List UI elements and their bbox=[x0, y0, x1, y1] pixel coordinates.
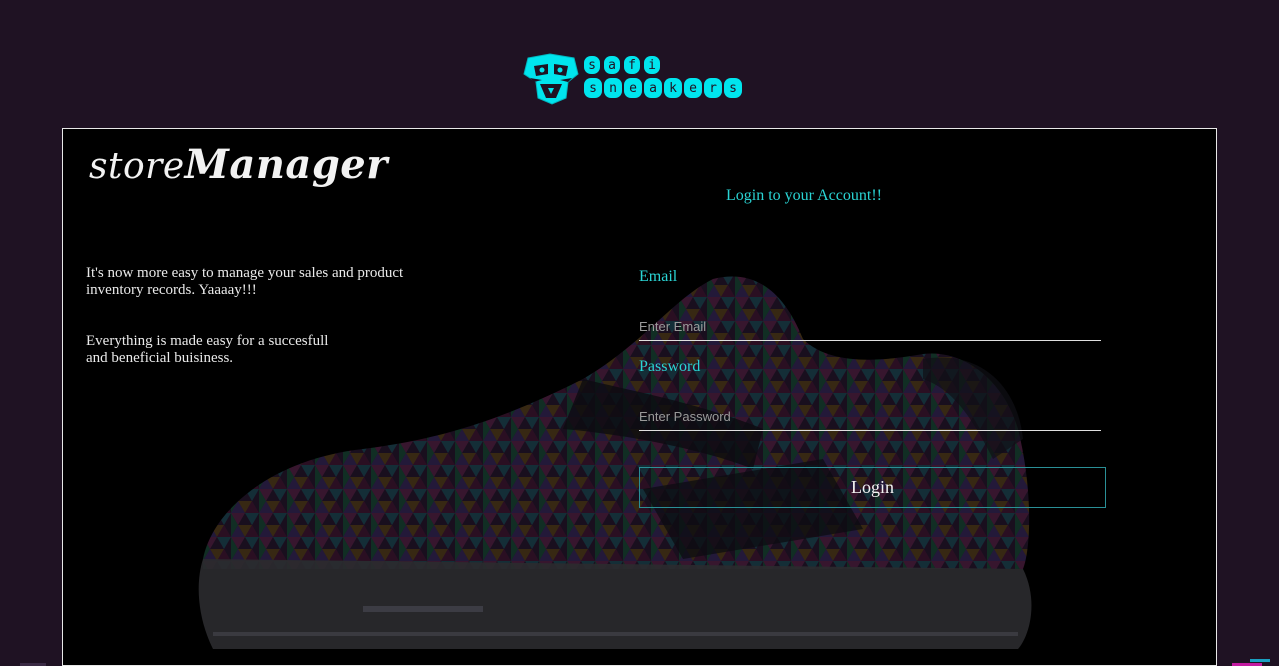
email-field[interactable] bbox=[639, 312, 1101, 341]
intro-text-1: It's now more easy to manage your sales … bbox=[86, 265, 404, 298]
safi-sneakers-logo: s a f i s n e a k e r s bbox=[522, 52, 744, 106]
svg-text:e: e bbox=[689, 81, 697, 96]
svg-text:e: e bbox=[629, 81, 637, 96]
svg-text:s: s bbox=[729, 81, 737, 96]
brand-letter: f bbox=[628, 58, 636, 73]
glitch-artifact bbox=[1250, 659, 1270, 662]
store-logo-part2: Manager bbox=[184, 141, 388, 188]
svg-text:n: n bbox=[609, 81, 617, 96]
svg-text:a: a bbox=[649, 81, 657, 96]
brand-letter: a bbox=[608, 58, 616, 73]
store-manager-logo: storeManager bbox=[89, 141, 388, 188]
main-panel: storeManager It's now more easy to manag… bbox=[62, 128, 1217, 666]
brand-letter: s bbox=[588, 58, 596, 73]
login-page: s a f i s n e a k e r s storeManager It'… bbox=[0, 0, 1279, 666]
svg-text:k: k bbox=[669, 81, 677, 96]
svg-text:r: r bbox=[709, 81, 717, 96]
store-logo-part1: store bbox=[89, 146, 185, 187]
svg-text:s: s bbox=[589, 81, 597, 96]
password-label: Password bbox=[639, 358, 701, 375]
login-button[interactable]: Login bbox=[639, 467, 1106, 508]
brand-letter: i bbox=[648, 58, 656, 73]
intro-text-2: Everything is made easy for a succesfull… bbox=[86, 333, 329, 366]
password-field[interactable] bbox=[639, 402, 1101, 431]
email-label: Email bbox=[639, 268, 678, 285]
login-title: Login to your Account!! bbox=[726, 187, 882, 204]
sneaker-image bbox=[198, 276, 1032, 649]
